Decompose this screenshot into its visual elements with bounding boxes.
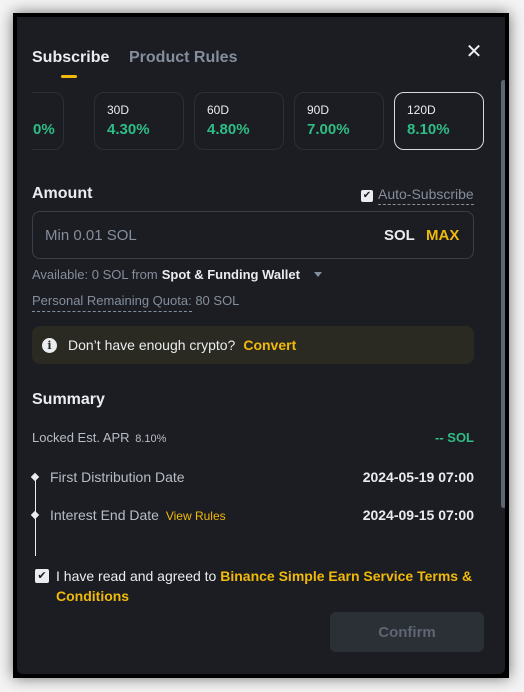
duration-rate: 4.30% bbox=[107, 121, 150, 138]
duration-days: 30D bbox=[107, 103, 130, 117]
duration-rate: 4.80% bbox=[207, 121, 250, 138]
alert-message: Don’t have enough crypto? bbox=[68, 337, 236, 353]
duration-rate: 7.00% bbox=[307, 121, 350, 138]
agreement-prefix: I have read and agreed to bbox=[56, 568, 221, 584]
available-balance: Available: 0 SOL from Spot & Funding Wal… bbox=[32, 267, 322, 282]
first-distribution-label: First Distribution Date bbox=[50, 469, 185, 485]
view-rules-link[interactable]: View Rules bbox=[166, 509, 226, 523]
confirm-button[interactable]: Confirm bbox=[330, 612, 484, 652]
first-distribution-date: 2024-05-19 07:00 bbox=[362, 469, 474, 485]
agreement-text: I have read and agreed to Binance Simple… bbox=[56, 566, 475, 606]
auto-subscribe-label: Auto-Subscribe bbox=[378, 186, 474, 205]
apr-row: Locked Est. APR 8.10% -- SOL bbox=[32, 430, 474, 445]
info-icon: i bbox=[42, 337, 57, 353]
duration-card-90d[interactable]: 90D 7.00% bbox=[294, 92, 384, 150]
timeline-dot bbox=[30, 472, 40, 482]
insufficient-crypto-alert: i Don’t have enough crypto? Convert bbox=[32, 326, 474, 364]
amount-unit: SOL bbox=[384, 227, 415, 244]
interest-end-label: Interest End Date bbox=[50, 507, 159, 523]
summary-title: Summary bbox=[32, 391, 105, 408]
auto-subscribe-checkbox[interactable]: ✔ bbox=[361, 189, 373, 202]
tab-subscribe[interactable]: Subscribe bbox=[32, 49, 109, 67]
duration-card-60d[interactable]: 60D 4.80% bbox=[194, 92, 284, 150]
tab-product-rules[interactable]: Product Rules bbox=[129, 49, 237, 67]
duration-days: 90D bbox=[307, 103, 330, 117]
duration-days: 120D bbox=[407, 103, 436, 117]
duration-rate: 0% bbox=[33, 121, 55, 138]
convert-link[interactable]: Convert bbox=[243, 337, 296, 353]
scrollbar[interactable] bbox=[501, 80, 505, 508]
duration-card-120d[interactable]: 120D 8.10% bbox=[394, 92, 484, 150]
max-button[interactable]: MAX bbox=[426, 227, 459, 244]
close-icon[interactable]: ✕ bbox=[464, 42, 484, 62]
amount-input[interactable] bbox=[45, 212, 345, 258]
interest-end-row: Interest End Date View Rules 2024-09-15 … bbox=[50, 507, 474, 523]
wallet-selector[interactable]: Spot & Funding Wallet bbox=[162, 267, 300, 282]
duration-card-30d[interactable]: 30D 4.30% bbox=[94, 92, 184, 150]
timeline-dot bbox=[30, 510, 40, 520]
subscribe-modal: Subscribe Product Rules ✕ 0% 30D 4.30% 6… bbox=[17, 17, 505, 674]
duration-selector: 0% 30D 4.30% 60D 4.80% 90D 7.00% 120D 8.… bbox=[32, 92, 484, 150]
amount-label: Amount bbox=[32, 185, 93, 202]
duration-card-partial[interactable]: 0% bbox=[32, 92, 64, 150]
active-tab-indicator bbox=[61, 75, 77, 78]
duration-days: 60D bbox=[207, 103, 230, 117]
apr-label: Locked Est. APR bbox=[32, 430, 130, 445]
duration-rate: 8.10% bbox=[407, 121, 450, 138]
estimated-earnings: -- SOL bbox=[435, 430, 474, 445]
terms-checkbox[interactable]: ✔ bbox=[35, 569, 49, 583]
caret-down-icon[interactable] bbox=[313, 272, 322, 277]
terms-agreement: ✔ I have read and agreed to Binance Simp… bbox=[35, 566, 475, 606]
auto-subscribe-toggle[interactable]: ✔ Auto-Subscribe bbox=[361, 186, 474, 205]
apr-value: 8.10% bbox=[135, 433, 167, 445]
amount-input-box: SOL MAX bbox=[32, 211, 474, 259]
quota-value: 80 SOL bbox=[195, 293, 240, 308]
quota-label: Personal Remaining Quota: bbox=[32, 293, 192, 312]
interest-end-date: 2024-09-15 07:00 bbox=[362, 507, 474, 523]
remaining-quota: Personal Remaining Quota: 80 SOL bbox=[32, 293, 240, 312]
window-frame: Subscribe Product Rules ✕ 0% 30D 4.30% 6… bbox=[13, 13, 509, 678]
available-text: Available: 0 SOL from bbox=[32, 267, 158, 282]
first-distribution-row: First Distribution Date 2024-05-19 07:00 bbox=[50, 469, 474, 485]
